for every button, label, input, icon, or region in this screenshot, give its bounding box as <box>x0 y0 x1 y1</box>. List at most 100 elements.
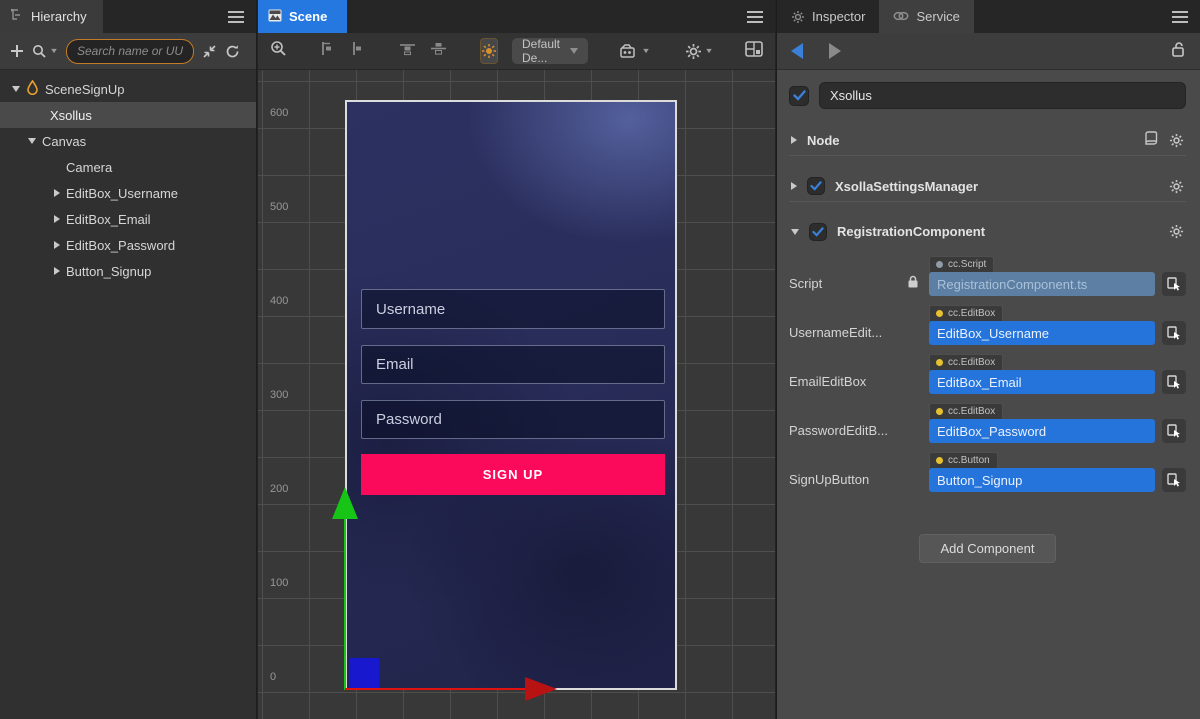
scene-viewport[interactable]: 600 500 400 300 200 100 0 Username Email… <box>258 70 775 719</box>
scene-settings-button[interactable] <box>685 43 713 60</box>
property-label: EmailEditBox <box>789 374 929 389</box>
locate-asset-button[interactable] <box>1162 272 1186 296</box>
collapsed-arrow-icon[interactable] <box>54 241 60 249</box>
locate-node-button[interactable] <box>1162 419 1186 443</box>
tab-service-label: Service <box>916 9 959 24</box>
tab-hierarchy-label: Hierarchy <box>31 9 87 24</box>
node-section-header[interactable]: Node <box>789 125 1186 156</box>
scene-editbox-email[interactable]: Email <box>361 345 665 384</box>
hierarchy-menu-icon[interactable] <box>228 11 244 23</box>
tree-item-editbox-username[interactable]: EditBox_Username <box>0 180 256 206</box>
inspector-body: Xsollus Node XsollaSettingsMana <box>777 70 1200 563</box>
x-axis-arrow-icon[interactable] <box>525 677 557 701</box>
registration-component-header[interactable]: RegistrationComponent <box>789 216 1186 247</box>
service-link-icon <box>893 9 909 24</box>
property-row-username-editbox: UsernameEdit... cc.EditBox EditBox_Usern… <box>789 305 1186 345</box>
inspector-gear-icon <box>791 10 805 24</box>
camera-settings-button[interactable] <box>620 44 650 59</box>
scene-menu-icon[interactable] <box>747 11 763 23</box>
search-input[interactable] <box>66 39 194 64</box>
history-back-button[interactable] <box>791 43 803 59</box>
tab-hierarchy[interactable]: Hierarchy <box>0 0 103 33</box>
expand-arrow-icon[interactable] <box>791 229 799 235</box>
node-settings-gear-icon[interactable] <box>1169 133 1184 148</box>
password-placeholder-text: Password <box>376 411 442 428</box>
tree-item-scenesignup[interactable]: SceneSignUp <box>0 76 256 102</box>
inspector-menu-icon[interactable] <box>1172 11 1188 23</box>
type-dot-icon <box>936 408 943 415</box>
expand-arrow-icon[interactable] <box>28 138 36 144</box>
tree-item-editbox-password[interactable]: EditBox_Password <box>0 232 256 258</box>
refresh-icon[interactable] <box>225 44 240 59</box>
locate-node-button[interactable] <box>1162 370 1186 394</box>
tree-item-xsollus[interactable]: Xsollus <box>0 102 256 128</box>
tree-item-canvas[interactable]: Canvas <box>0 128 256 154</box>
lock-inspector-icon[interactable] <box>1171 41 1186 62</box>
hierarchy-toolbar <box>0 33 256 70</box>
hierarchy-tree: SceneSignUp Xsollus Canvas Camera EditBo… <box>0 70 256 284</box>
tree-item-label: Xsollus <box>50 108 92 123</box>
settings-manager-enabled-checkbox[interactable] <box>807 177 825 195</box>
camera-preview-dropdown[interactable]: Default De... <box>512 38 588 64</box>
tree-item-editbox-email[interactable]: EditBox_Email <box>0 206 256 232</box>
align-center-icon[interactable] <box>349 41 365 61</box>
expand-arrow-icon[interactable] <box>12 86 20 92</box>
collapsed-arrow-icon[interactable] <box>54 189 60 197</box>
collapsed-arrow-icon[interactable] <box>791 182 797 190</box>
tab-inspector[interactable]: Inspector <box>777 0 879 33</box>
history-forward-button[interactable] <box>829 43 841 59</box>
tab-scene[interactable]: Scene <box>258 0 347 33</box>
zoom-tool-icon[interactable] <box>270 40 287 62</box>
registration-enabled-checkbox[interactable] <box>809 223 827 241</box>
tree-item-label: SceneSignUp <box>45 82 125 97</box>
type-dot-icon <box>936 359 943 366</box>
hierarchy-tree-icon <box>10 8 24 25</box>
gizmo-light-button[interactable] <box>480 38 498 64</box>
grid-label-300: 300 <box>270 389 288 401</box>
collapsed-arrow-icon[interactable] <box>791 136 797 144</box>
design-canvas[interactable]: Username Email Password SIGN UP <box>345 100 677 690</box>
username-editbox-reference-field[interactable]: EditBox_Username <box>929 321 1155 345</box>
locate-node-button[interactable] <box>1162 468 1186 492</box>
origin-anchor-square[interactable] <box>349 658 379 689</box>
layout-panels-icon[interactable] <box>745 41 763 62</box>
inspector-panel: Inspector Service <box>776 0 1200 719</box>
type-tag: cc.EditBox <box>929 403 1003 419</box>
add-component-button[interactable]: Add Component <box>919 534 1057 563</box>
caret-icon <box>644 49 650 53</box>
collapsed-arrow-icon[interactable] <box>54 267 60 275</box>
scene-toolbar: Default De... <box>258 33 775 70</box>
align-left-icon[interactable] <box>319 41 335 61</box>
distribute-top-icon[interactable] <box>399 41 416 61</box>
collapsed-arrow-icon[interactable] <box>54 215 60 223</box>
tab-service[interactable]: Service <box>879 0 973 33</box>
scene-editbox-password[interactable]: Password <box>361 400 665 439</box>
type-tag: cc.Script <box>929 256 994 272</box>
node-active-checkbox[interactable] <box>789 86 809 106</box>
email-editbox-reference-field[interactable]: EditBox_Email <box>929 370 1155 394</box>
distribute-middle-icon[interactable] <box>430 41 447 61</box>
node-book-icon[interactable] <box>1143 131 1159 149</box>
settings-manager-gear-icon[interactable] <box>1169 179 1184 194</box>
locate-node-button[interactable] <box>1162 321 1186 345</box>
node-name-input[interactable]: Xsollus <box>819 82 1186 109</box>
add-node-button[interactable] <box>10 44 24 58</box>
grid-label-500: 500 <box>270 201 288 213</box>
registration-gear-icon[interactable] <box>1169 224 1184 239</box>
grid-label-600: 600 <box>270 107 288 119</box>
reference-value: EditBox_Password <box>937 424 1046 439</box>
password-editbox-reference-field[interactable]: EditBox_Password <box>929 419 1155 443</box>
scene-signup-button[interactable]: SIGN UP <box>361 454 665 495</box>
signup-button-reference-field[interactable]: Button_Signup <box>929 468 1155 492</box>
tree-item-camera[interactable]: Camera <box>0 154 256 180</box>
type-dot-icon <box>936 261 943 268</box>
search-filter-button[interactable] <box>32 44 58 59</box>
reference-value: EditBox_Username <box>937 326 1049 341</box>
script-field[interactable]: RegistrationComponent.ts <box>929 272 1155 296</box>
scene-editbox-username[interactable]: Username <box>361 289 665 329</box>
settings-manager-header[interactable]: XsollaSettingsManager <box>789 171 1186 202</box>
y-axis-arrow-icon[interactable] <box>332 487 358 519</box>
tree-item-button-signup[interactable]: Button_Signup <box>0 258 256 284</box>
collapse-all-icon[interactable] <box>202 44 217 59</box>
type-tag: cc.Button <box>929 452 998 468</box>
